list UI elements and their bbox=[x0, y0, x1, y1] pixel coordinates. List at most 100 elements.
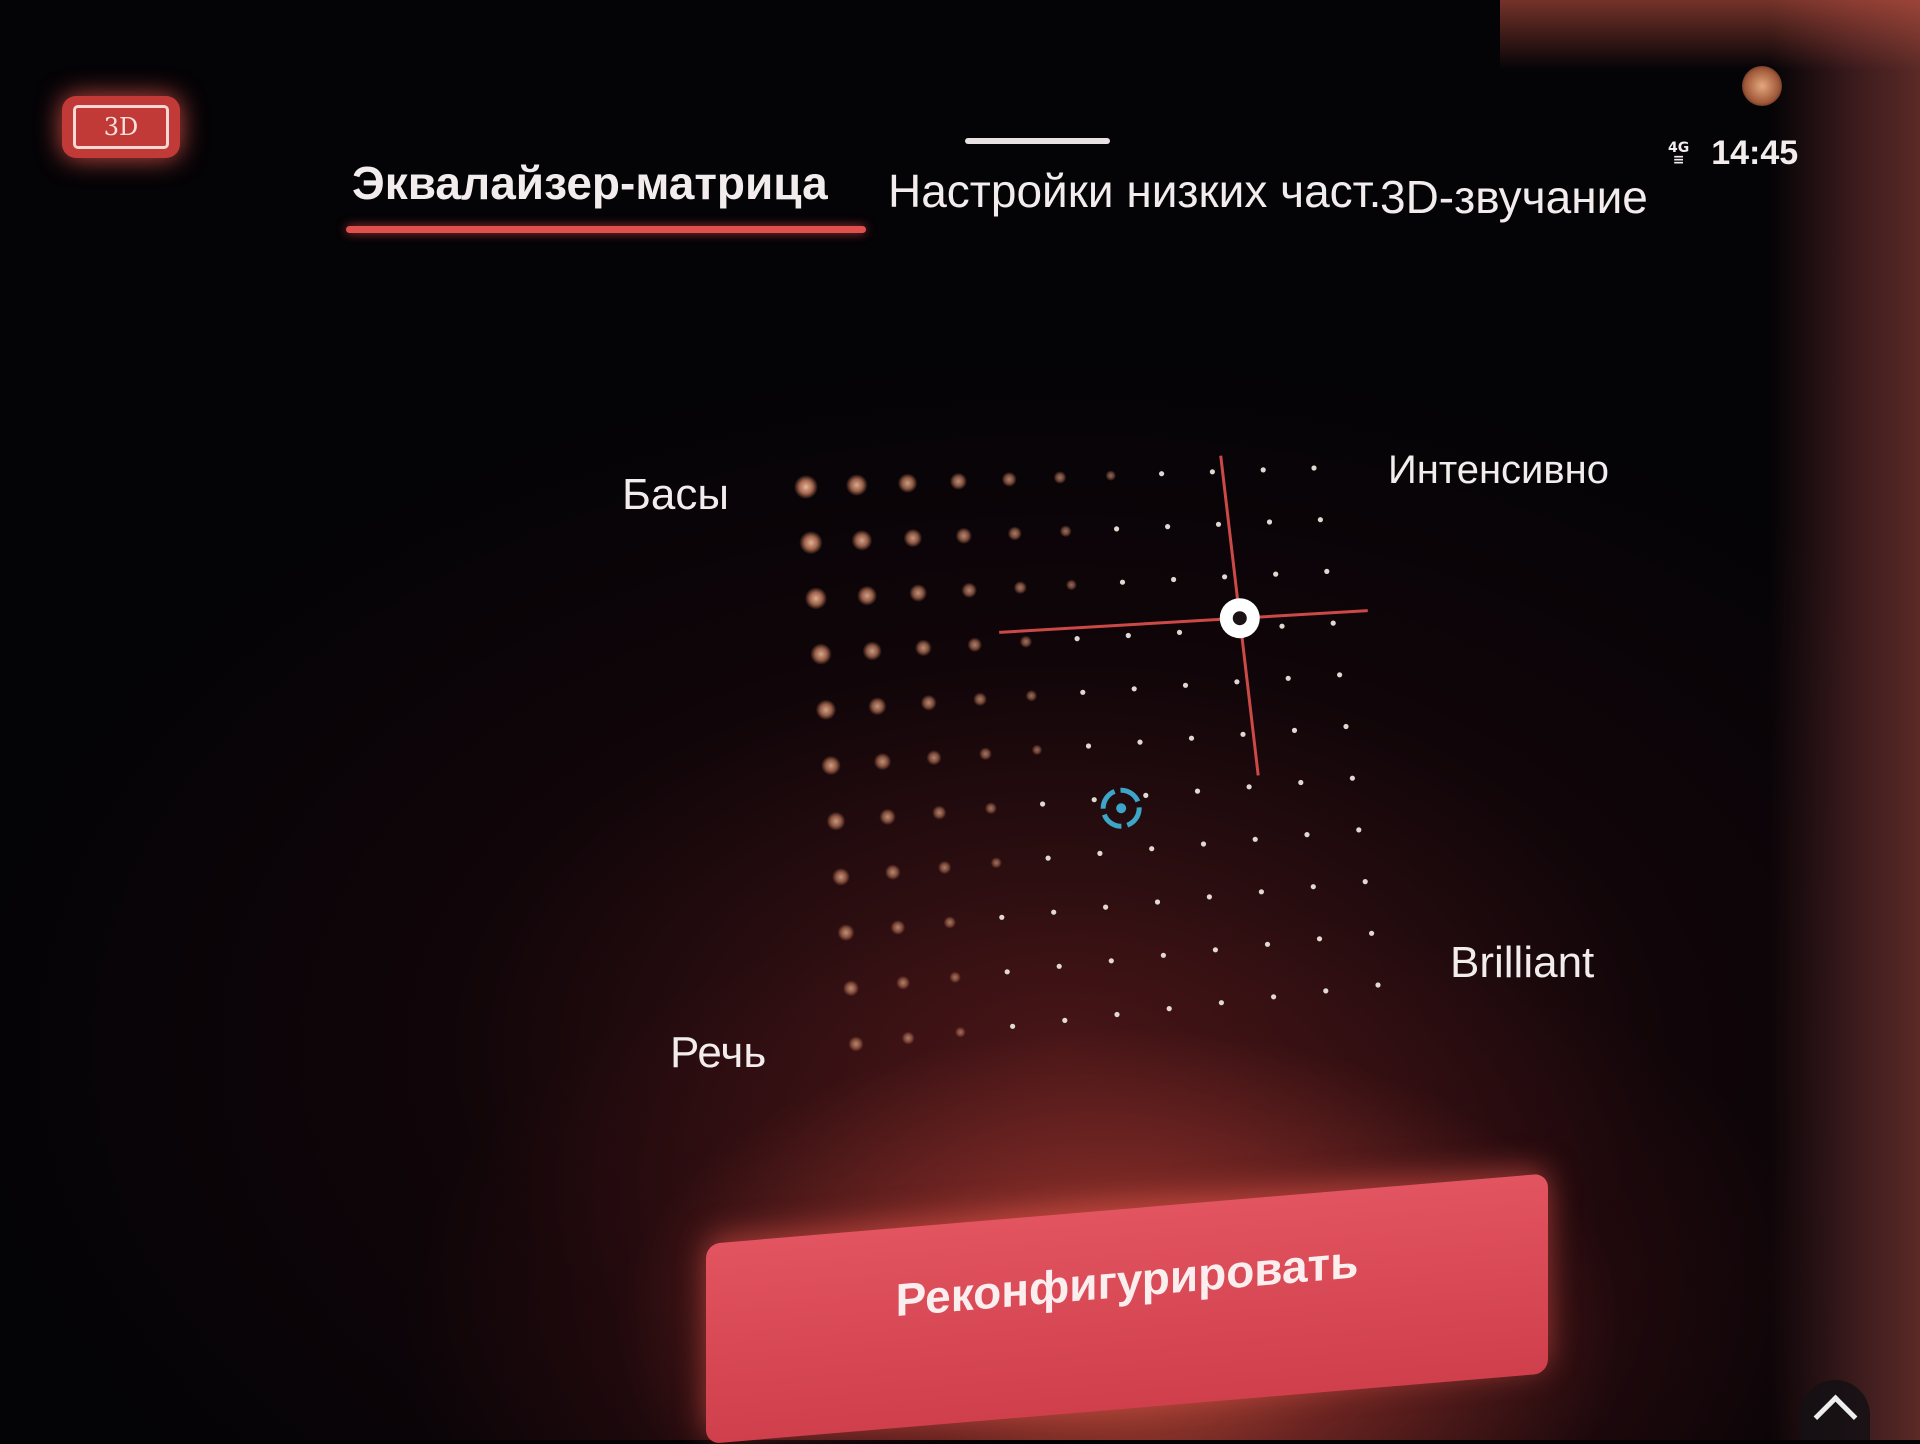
matrix-dot[interactable] bbox=[955, 527, 972, 544]
matrix-dot[interactable] bbox=[909, 584, 928, 602]
matrix-dot[interactable] bbox=[926, 750, 942, 766]
matrix-dot[interactable] bbox=[1065, 579, 1077, 591]
matrix-dot[interactable] bbox=[1291, 727, 1298, 734]
matrix-dot[interactable] bbox=[961, 582, 977, 599]
matrix-dot[interactable] bbox=[901, 1031, 915, 1045]
matrix-dot[interactable] bbox=[973, 692, 987, 707]
matrix-dot[interactable] bbox=[868, 697, 887, 716]
matrix-dot[interactable] bbox=[1143, 792, 1149, 799]
matrix-dot[interactable] bbox=[903, 528, 923, 548]
matrix-dot[interactable] bbox=[821, 755, 841, 776]
matrix-dot[interactable] bbox=[1171, 576, 1177, 583]
matrix-dot[interactable] bbox=[967, 637, 982, 653]
matrix-dot[interactable] bbox=[1062, 1017, 1068, 1024]
matrix-dot[interactable] bbox=[999, 914, 1005, 920]
matrix-dot[interactable] bbox=[915, 639, 932, 657]
matrix-dot[interactable] bbox=[1019, 635, 1033, 648]
matrix-dot[interactable] bbox=[1125, 632, 1131, 639]
matrix-dot[interactable] bbox=[1149, 846, 1155, 852]
matrix-dot[interactable] bbox=[979, 747, 992, 761]
matrix-dot[interactable] bbox=[1108, 958, 1114, 964]
matrix-dot[interactable] bbox=[1154, 899, 1161, 905]
matrix-dot[interactable] bbox=[1097, 850, 1103, 857]
matrix-dot[interactable] bbox=[1085, 743, 1092, 749]
matrix-dot[interactable] bbox=[843, 980, 859, 997]
matrix-dot[interactable] bbox=[1252, 836, 1258, 842]
matrix-dot[interactable] bbox=[1264, 941, 1271, 947]
matrix-dot[interactable] bbox=[1114, 1011, 1120, 1018]
matrix-dot[interactable] bbox=[1119, 579, 1126, 585]
matrix-dot[interactable] bbox=[949, 472, 968, 490]
matrix-dot[interactable] bbox=[815, 699, 837, 720]
matrix-dot[interactable] bbox=[955, 1026, 966, 1038]
matrix-dot[interactable] bbox=[1103, 904, 1109, 910]
matrix-dot[interactable] bbox=[851, 530, 873, 551]
matrix-dot[interactable] bbox=[1209, 469, 1215, 475]
matrix-dot[interactable] bbox=[1114, 526, 1120, 532]
matrix-dot[interactable] bbox=[826, 811, 846, 831]
matrix-dot[interactable] bbox=[1356, 827, 1362, 833]
matrix-dot[interactable] bbox=[1323, 988, 1329, 994]
matrix-dot[interactable] bbox=[1080, 689, 1086, 695]
matrix-dot[interactable] bbox=[1176, 629, 1183, 636]
matrix-dot[interactable] bbox=[1025, 690, 1038, 702]
matrix-dot[interactable] bbox=[1001, 471, 1017, 487]
matrix-dot[interactable] bbox=[1031, 744, 1043, 756]
matrix-dot[interactable] bbox=[1040, 801, 1046, 807]
matrix-dot[interactable] bbox=[1004, 969, 1010, 975]
matrix-dot[interactable] bbox=[1337, 672, 1343, 678]
matrix-dot[interactable] bbox=[1343, 723, 1349, 730]
matrix-dot[interactable] bbox=[1349, 775, 1355, 781]
matrix-dot[interactable] bbox=[1091, 797, 1097, 803]
matrix-dot[interactable] bbox=[1165, 524, 1171, 530]
crosshair-handle-icon[interactable] bbox=[1219, 598, 1260, 639]
matrix-dot[interactable] bbox=[845, 474, 868, 496]
matrix-dot[interactable] bbox=[1271, 994, 1277, 1000]
matrix-dot[interactable] bbox=[1074, 636, 1080, 642]
matrix-dot[interactable] bbox=[1246, 784, 1252, 790]
matrix-dot[interactable] bbox=[810, 643, 832, 665]
matrix-dot[interactable] bbox=[932, 805, 947, 820]
matrix-dot[interactable] bbox=[885, 864, 901, 880]
matrix-dot[interactable] bbox=[1298, 779, 1304, 786]
matrix-dot[interactable] bbox=[1045, 855, 1051, 861]
matrix-dot[interactable] bbox=[857, 585, 878, 606]
matrix-dot[interactable] bbox=[1317, 517, 1323, 523]
matrix-dot[interactable] bbox=[1206, 894, 1212, 900]
matrix-dot[interactable] bbox=[1310, 884, 1316, 890]
matrix-dot[interactable] bbox=[1160, 952, 1166, 958]
matrix-dot[interactable] bbox=[1188, 735, 1195, 741]
matrix-dot[interactable] bbox=[873, 752, 892, 771]
matrix-dot[interactable] bbox=[1215, 521, 1222, 527]
matrix-dot[interactable] bbox=[799, 531, 823, 555]
matrix-dot[interactable] bbox=[1013, 581, 1027, 595]
matrix-dot[interactable] bbox=[1200, 841, 1207, 847]
matrix-dot[interactable] bbox=[1240, 731, 1246, 737]
matrix-dot[interactable] bbox=[897, 473, 918, 494]
matrix-dot[interactable] bbox=[1166, 1006, 1172, 1012]
matrix-dot[interactable] bbox=[920, 694, 937, 711]
matrix-dot[interactable] bbox=[890, 920, 906, 935]
matrix-dot[interactable] bbox=[1222, 574, 1228, 580]
matrix-dot[interactable] bbox=[1194, 788, 1201, 794]
matrix-dot[interactable] bbox=[990, 857, 1002, 869]
matrix-dot[interactable] bbox=[949, 971, 961, 984]
matrix-dot[interactable] bbox=[1218, 1000, 1224, 1006]
matrix-dot[interactable] bbox=[1369, 930, 1375, 936]
matrix-dot[interactable] bbox=[1266, 519, 1273, 525]
matrix-dot[interactable] bbox=[879, 808, 896, 826]
matrix-dot[interactable] bbox=[1010, 1023, 1016, 1029]
matrix-dot[interactable] bbox=[804, 587, 828, 610]
matrix-dot[interactable] bbox=[1234, 679, 1240, 685]
matrix-dot[interactable] bbox=[1105, 470, 1117, 481]
matrix-dot[interactable] bbox=[937, 860, 952, 875]
matrix-dot[interactable] bbox=[1059, 525, 1072, 538]
matrix-dot[interactable] bbox=[1311, 465, 1317, 471]
matrix-dot[interactable] bbox=[1159, 471, 1165, 477]
matrix-dot[interactable] bbox=[896, 975, 910, 990]
matrix-dot[interactable] bbox=[1279, 623, 1285, 629]
matrix-dot[interactable] bbox=[1324, 568, 1330, 575]
matrix-dot[interactable] bbox=[862, 641, 882, 661]
matrix-dot[interactable] bbox=[1285, 675, 1291, 681]
matrix-dot[interactable] bbox=[1258, 889, 1264, 895]
